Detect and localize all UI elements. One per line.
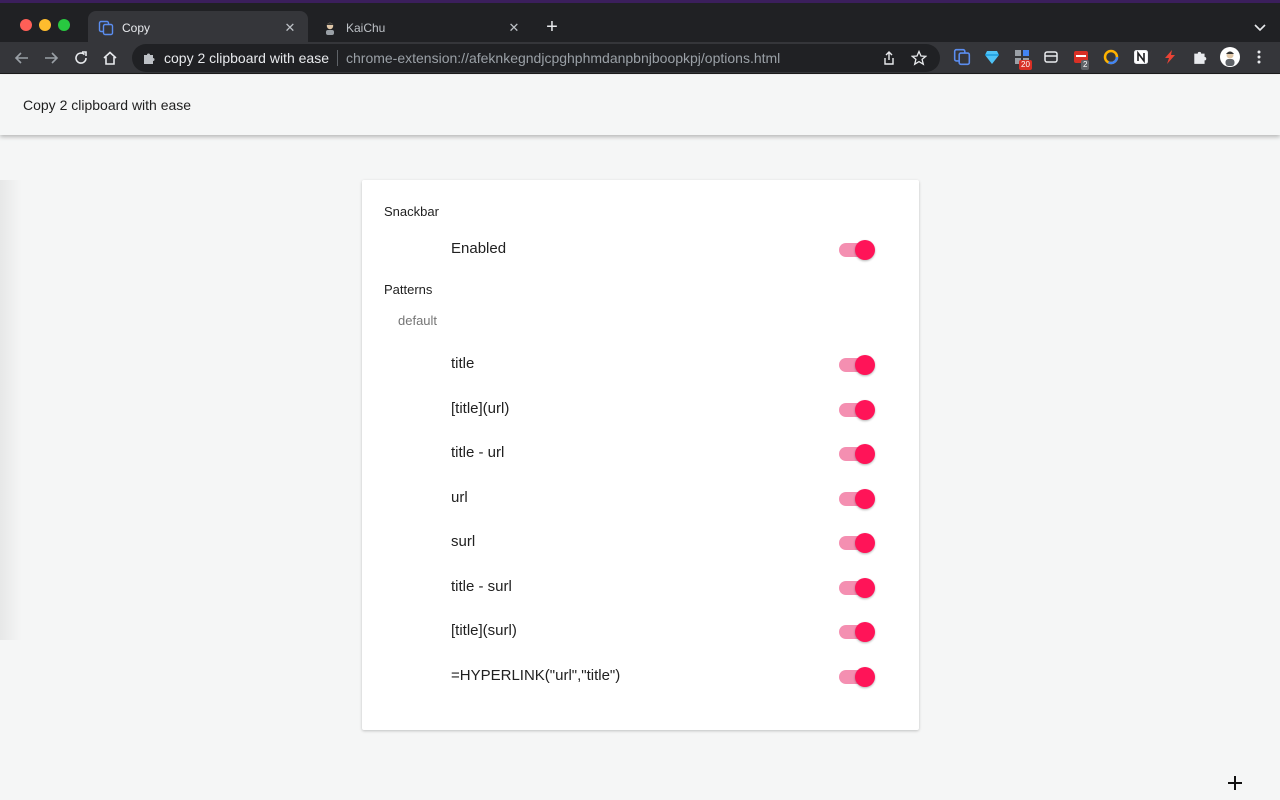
forward-arrow-icon[interactable] [41,48,61,68]
calendar-extension-icon[interactable]: 2 [1072,48,1090,70]
section-title-snackbar: Snackbar [384,204,439,219]
toggle-switch[interactable] [839,489,875,509]
close-window-button[interactable] [20,19,32,31]
avatar-icon [322,20,338,36]
pattern-row: [title](surl) [362,610,919,654]
reload-icon[interactable] [71,48,91,68]
pattern-row: title - url [362,432,919,476]
copy-icon [98,20,114,36]
puzzle-icon[interactable] [1191,48,1209,66]
extension-badge: 2 [1081,60,1090,70]
toggle-switch[interactable] [839,444,875,464]
app-header: Copy 2 clipboard with ease [0,75,1280,135]
section-title-patterns: Patterns [384,282,433,297]
pattern-row: title [362,343,919,387]
gem-extension-icon[interactable] [983,48,1001,66]
profile-avatar[interactable] [1220,47,1240,67]
chevron-down-icon[interactable] [1252,19,1268,35]
puzzle-icon [142,51,156,65]
tab-copy[interactable]: Copy ✕ [88,11,308,45]
pattern-label: surl [451,533,476,550]
pattern-label: title [451,355,475,372]
home-icon[interactable] [100,48,120,68]
lightning-icon[interactable] [1161,48,1179,66]
tab-label: Copy [122,21,151,35]
toggle-switch[interactable] [839,400,875,420]
pattern-label: =HYPERLINK("url","title") [451,667,621,684]
address-bar[interactable]: copy 2 clipboard with ease chrome-extens… [132,44,940,72]
grid-extension-icon[interactable]: 20 [1013,48,1032,70]
page-title: Copy 2 clipboard with ease [23,97,192,113]
setting-row-enabled: Enabled [362,228,919,272]
pattern-row: [title](url) [362,388,919,432]
extension-name: copy 2 clipboard with ease [164,50,329,66]
share-icon[interactable] [880,49,898,67]
pattern-row: =HYPERLINK("url","title") [362,655,919,699]
divider [337,50,338,66]
new-tab-icon[interactable]: + [542,17,562,37]
toggle-switch[interactable] [839,355,875,375]
pattern-row: surl [362,521,919,565]
tab-label: KaiChu [346,21,386,35]
browser-tab-strip: Copy ✕ KaiChu ✕ + [0,0,1280,45]
toggle-switch[interactable] [839,622,875,642]
maximize-window-button[interactable] [58,19,70,31]
close-tab-icon[interactable]: ✕ [504,18,524,38]
toggle-switch[interactable] [839,667,875,687]
browser-toolbar: copy 2 clipboard with ease chrome-extens… [0,42,1280,74]
drawer-edge [0,180,22,640]
wallet-extension-icon[interactable] [1042,48,1060,66]
pattern-label: [title](url) [451,400,510,417]
tab-kaichu[interactable]: KaiChu ✕ [312,11,532,45]
url-text[interactable]: chrome-extension://afeknkegndjcpghphmdan… [346,50,880,66]
add-icon[interactable] [1226,774,1244,792]
copy-extension-icon[interactable] [953,48,971,66]
pattern-label: url [451,489,468,506]
subheader-default: default [398,313,438,328]
pattern-label: title - url [451,444,505,461]
settings-card: Snackbar Enabled Patterns default title … [362,180,919,730]
pattern-label: title - surl [451,578,512,595]
toggle-switch[interactable] [839,240,875,260]
setting-label: Enabled [451,240,507,257]
extension-badge: 20 [1019,60,1032,70]
ring-extension-icon[interactable] [1102,48,1120,66]
toggle-switch[interactable] [839,533,875,553]
back-arrow-icon[interactable] [12,48,32,68]
pattern-row: url [362,477,919,521]
close-tab-icon[interactable]: ✕ [280,18,300,38]
pattern-row: title - surl [362,566,919,610]
toggle-switch[interactable] [839,578,875,598]
minimize-window-button[interactable] [39,19,51,31]
pattern-label: [title](surl) [451,622,517,639]
notion-icon[interactable] [1132,48,1150,66]
star-icon[interactable] [910,49,928,67]
more-menu-icon[interactable] [1250,48,1268,66]
